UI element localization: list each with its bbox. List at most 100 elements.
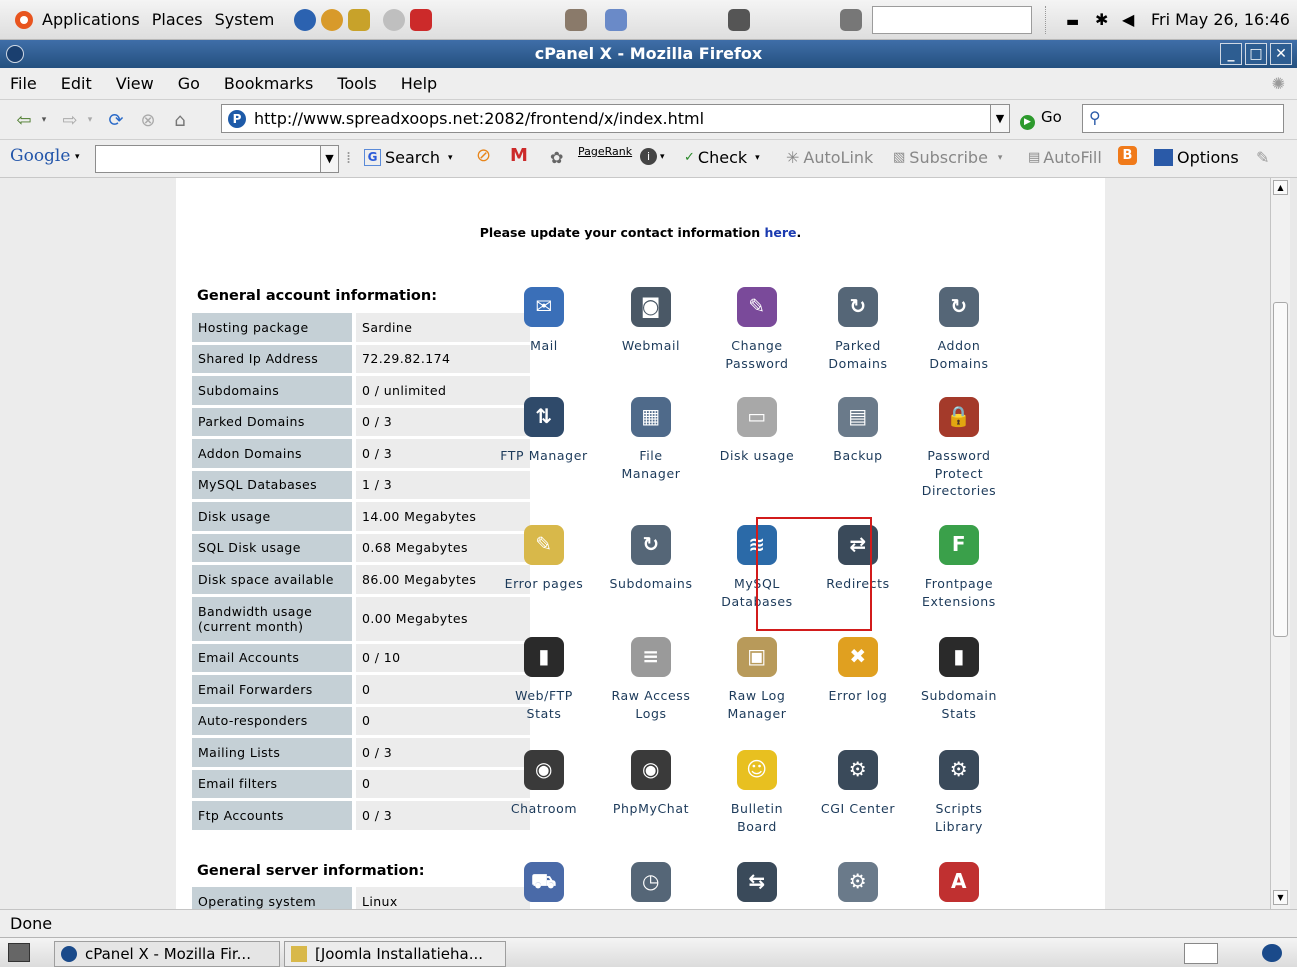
web-ftp-stats-icon[interactable]: ▮ [524, 637, 564, 677]
feature-label[interactable]: Subdomains [596, 575, 706, 593]
bulletin-board-icon[interactable]: ☺ [737, 750, 777, 790]
info-dropdown-icon[interactable]: ▾ [660, 152, 665, 162]
subdomain-stats-icon[interactable]: ▮ [939, 637, 979, 677]
disk-usage-icon[interactable]: ▭ [737, 397, 777, 437]
scroll-up-icon[interactable]: ▲ [1273, 180, 1288, 195]
feature-cron[interactable]: ◷ [596, 862, 706, 909]
back-dropdown-icon[interactable]: ▾ [38, 108, 50, 132]
maximize-icon[interactable]: □ [1245, 43, 1267, 65]
feature-error-pages[interactable]: ✎ Error pages [489, 525, 599, 593]
url-dropdown-icon[interactable]: ▼ [990, 104, 1010, 133]
feature-label[interactable]: Change Password [702, 337, 812, 372]
error-pages-icon[interactable]: ✎ [524, 525, 564, 565]
feature-label[interactable]: PhpMyChat [596, 800, 706, 818]
menu-bookmarks[interactable]: Bookmarks [224, 74, 313, 93]
google-logo[interactable]: Google [10, 146, 70, 166]
app-launcher-icon[interactable] [565, 9, 587, 31]
feature-label[interactable]: CGI Center [803, 800, 913, 818]
mail-launcher-icon[interactable] [321, 9, 343, 31]
menu-help[interactable]: Help [401, 74, 437, 93]
screenshot-launcher-icon[interactable] [728, 9, 750, 31]
settings-icon[interactable]: ⚙ [838, 862, 878, 902]
info-icon[interactable]: i [640, 148, 657, 165]
feature-frontpage[interactable]: F Frontpage Extensions [904, 525, 1014, 610]
menu-go[interactable]: Go [178, 74, 200, 93]
feature-raw-log-manager[interactable]: ▣ Raw Log Manager [702, 637, 812, 722]
menu-view[interactable]: View [116, 74, 154, 93]
google-search-button[interactable]: G Search ▾ [364, 148, 453, 167]
webmail-icon[interactable]: ◙ [631, 287, 671, 327]
feature-label[interactable]: File Manager [596, 447, 706, 482]
vertical-scrollbar[interactable]: ▲ ▼ [1270, 178, 1290, 909]
feature-change-password[interactable]: ✎ Change Password [702, 287, 812, 372]
feature-label[interactable]: Mail [489, 337, 599, 355]
apache-icon[interactable]: A [939, 862, 979, 902]
browser-launcher-icon[interactable] [294, 9, 316, 31]
feature-label[interactable]: Frontpage Extensions [904, 575, 1014, 610]
parked-domains-icon[interactable]: ↻ [838, 287, 878, 327]
cgi-center-icon[interactable]: ⚙ [838, 750, 878, 790]
feature-parked-domains[interactable]: ↻ Parked Domains [803, 287, 913, 372]
workspace-switcher[interactable] [1184, 943, 1218, 964]
stop-icon[interactable]: ⊗ [136, 108, 160, 132]
autolink-button[interactable]: ✳ AutoLink [786, 148, 873, 167]
addon-domains-icon[interactable]: ↻ [939, 287, 979, 327]
feature-file-manager[interactable]: ▦ File Manager [596, 397, 706, 482]
feature-label[interactable]: Addon Domains [904, 337, 1014, 372]
help-launcher-icon[interactable] [383, 9, 405, 31]
feature-label[interactable]: Subdomain Stats [904, 687, 1014, 722]
feature-error-log[interactable]: ✖ Error log [803, 637, 913, 705]
feature-apache[interactable]: A [904, 862, 1014, 909]
google-menu-icon[interactable]: ▾ [75, 152, 80, 162]
notes-launcher-icon[interactable] [348, 9, 370, 31]
pagerank-label[interactable]: PageRank [578, 145, 632, 158]
feature-bulletin-board[interactable]: ☺ Bulletin Board [702, 750, 812, 835]
google-search-input[interactable] [95, 145, 321, 173]
bookmarks-icon[interactable]: ✿ [550, 148, 563, 167]
task-firefox[interactable]: cPanel X - Mozilla Fir... [54, 941, 280, 967]
terminal-launcher-icon[interactable] [840, 9, 862, 31]
options-button[interactable]: Options [1154, 148, 1239, 167]
feature-label[interactable]: Raw Access Logs [596, 687, 706, 722]
feature-label[interactable]: Chatroom [489, 800, 599, 818]
places-menu[interactable]: Places [152, 10, 203, 29]
feature-label[interactable]: FTP Manager [489, 447, 599, 465]
show-desktop-icon[interactable] [8, 943, 30, 962]
cron-icon[interactable]: ◷ [631, 862, 671, 902]
pdf-launcher-icon[interactable] [410, 9, 432, 31]
feature-label[interactable]: Parked Domains [803, 337, 913, 372]
subscribe-button[interactable]: ▧ Subscribe ▾ [893, 148, 1002, 167]
feature-label[interactable]: Scripts Library [904, 800, 1014, 835]
shopping-cart-icon[interactable]: ⛟ [524, 862, 564, 902]
search-engine-icon[interactable]: ⚲ [1089, 108, 1101, 127]
forward-dropdown-icon[interactable]: ▾ [84, 108, 96, 132]
network-tools-icon[interactable]: ⇆ [737, 862, 777, 902]
feature-cgi-center[interactable]: ⚙ CGI Center [803, 750, 913, 818]
feature-label[interactable]: Bulletin Board [702, 800, 812, 835]
backup-icon[interactable]: ▤ [838, 397, 878, 437]
applications-menu[interactable]: Applications [42, 10, 140, 29]
change-password-icon[interactable]: ✎ [737, 287, 777, 327]
volume-icon[interactable]: ◀ [1122, 10, 1134, 29]
menu-tools[interactable]: Tools [337, 74, 376, 93]
feature-disk-usage[interactable]: ▭ Disk usage [702, 397, 812, 465]
feature-backup[interactable]: ▤ Backup [803, 397, 913, 465]
reload-icon[interactable]: ⟳ [104, 108, 128, 132]
subdomains-icon[interactable]: ↻ [631, 525, 671, 565]
feature-web-ftp-stats[interactable]: ▮ Web/FTP Stats [489, 637, 599, 722]
search-box[interactable]: ⚲ [1082, 104, 1284, 133]
menu-edit[interactable]: Edit [61, 74, 92, 93]
window-titlebar[interactable]: cPanel X - Mozilla Firefox _ □ ✕ [0, 40, 1297, 68]
ftp-manager-icon[interactable]: ⇅ [524, 397, 564, 437]
back-icon[interactable]: ⇦ [12, 108, 36, 132]
menu-file[interactable]: File [10, 74, 37, 93]
spell-check-button[interactable]: ✓ Check ▾ [684, 148, 760, 167]
raw-log-manager-icon[interactable]: ▣ [737, 637, 777, 677]
feature-mail[interactable]: ✉ Mail [489, 287, 599, 355]
feature-scripts-library[interactable]: ⚙ Scripts Library [904, 750, 1014, 835]
phpmychat-icon[interactable]: ◉ [631, 750, 671, 790]
feature-network-tools[interactable]: ⇆ [702, 862, 812, 909]
feature-label[interactable]: Backup [803, 447, 913, 465]
subscribe-dropdown-icon[interactable]: ▾ [998, 153, 1003, 163]
feature-settings[interactable]: ⚙ [803, 862, 913, 909]
